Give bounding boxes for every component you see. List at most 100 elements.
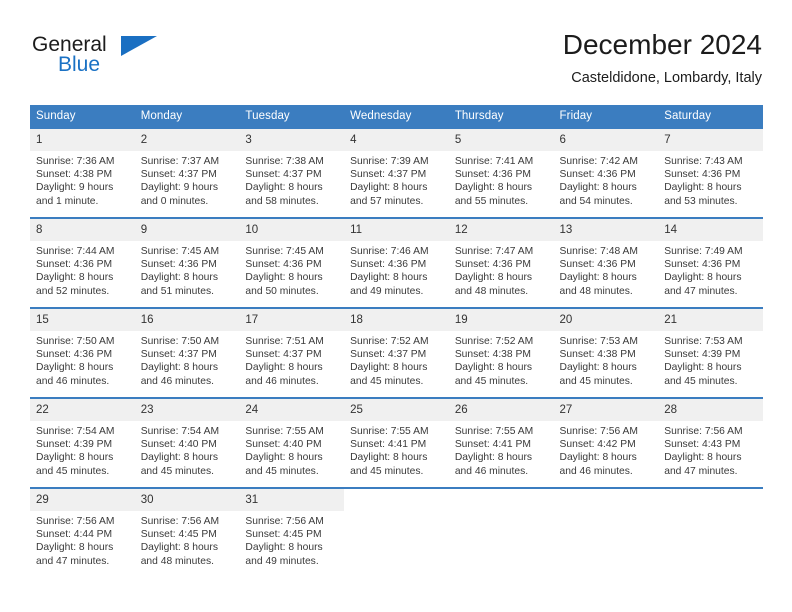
calendar-day-cell[interactable]: 14 Sunrise: 7:49 AM Sunset: 4:36 PM Dayligh… (658, 217, 763, 308)
sunset-text: Sunset: 4:37 PM (245, 349, 322, 361)
sunrise-text: Sunrise: 7:52 AM (454, 336, 534, 347)
sunset-text: Sunset: 4:45 PM (245, 529, 322, 541)
daylight-text-line2: and 48 minutes. (454, 285, 529, 297)
sunset-text: Sunset: 4:36 PM (454, 169, 531, 181)
day-number: 17 (239, 309, 345, 331)
day-details: Sunrise: 7:55 AM Sunset: 4:40 PM Daylight:… (239, 421, 344, 478)
daylight-text-line2: and 58 minutes. (245, 195, 319, 207)
sunset-text: Sunset: 4:36 PM (36, 349, 113, 361)
weekday-header-row: Sunday Monday Tuesday Wednesday Thursday… (30, 105, 763, 128)
sunrise-text: Sunrise: 7:44 AM (36, 246, 115, 257)
sunrise-text: Sunrise: 7:56 AM (664, 426, 743, 437)
triangle-logo-icon (121, 36, 157, 56)
calendar-day-cell[interactable]: 15 Sunrise: 7:50 AM Sunset: 4:36 PM Dayligh… (30, 307, 135, 398)
day-number: 20 (553, 309, 659, 331)
calendar-day-cell[interactable]: 29 Sunrise: 7:56 AM Sunset: 4:44 PM Dayligh… (30, 487, 135, 577)
general-blue-logo[interactable]: General Blue (30, 33, 260, 89)
sunrise-text: Sunrise: 7:49 AM (664, 246, 743, 257)
sunrise-text: Sunrise: 7:55 AM (245, 426, 324, 437)
daylight-text-line1: Daylight: 8 hours (559, 362, 637, 374)
calendar-day-cell[interactable]: 28 Sunrise: 7:56 AM Sunset: 4:43 PM Dayligh… (658, 397, 763, 488)
calendar-day-cell[interactable]: 8 Sunrise: 7:44 AM Sunset: 4:36 PM Daylight… (30, 217, 135, 308)
daylight-text-line2: and 45 minutes. (454, 375, 529, 387)
weekday-header-sunday: Sunday (30, 105, 135, 128)
sunrise-text: Sunrise: 7:56 AM (245, 516, 324, 527)
calendar-day-cell[interactable]: 7 Sunrise: 7:43 AM Sunset: 4:36 PM Daylight… (658, 127, 763, 218)
calendar-day-cell[interactable]: 30 Sunrise: 7:56 AM Sunset: 4:45 PM Dayligh… (134, 487, 240, 577)
sunset-text: Sunset: 4:36 PM (36, 259, 113, 271)
sunset-text: Sunset: 4:41 PM (350, 439, 427, 451)
calendar-day-cell[interactable]: 17 Sunrise: 7:51 AM Sunset: 4:37 PM Dayligh… (239, 307, 345, 398)
daylight-text-line2: and 46 minutes. (36, 375, 110, 387)
day-details: Sunrise: 7:48 AM Sunset: 4:36 PM Daylight:… (554, 241, 659, 298)
sunset-text: Sunset: 4:41 PM (454, 439, 531, 451)
daylight-text-line1: Daylight: 8 hours (245, 272, 323, 284)
calendar-day-cell-empty (658, 487, 763, 577)
day-details: Sunrise: 7:45 AM Sunset: 4:36 PM Daylight:… (135, 241, 240, 298)
calendar-body: 1 Sunrise: 7:36 AM Sunset: 4:38 PM Daylight… (30, 127, 763, 577)
sunrise-text: Sunrise: 7:45 AM (140, 246, 220, 257)
calendar-day-cell[interactable]: 4 Sunrise: 7:39 AM Sunset: 4:37 PM Daylight… (344, 127, 449, 218)
calendar-day-cell[interactable]: 31 Sunrise: 7:56 AM Sunset: 4:45 PM Dayligh… (239, 487, 345, 577)
daylight-text-line2: and 0 minutes. (140, 195, 209, 207)
daylight-text-line2: and 45 minutes. (559, 375, 633, 387)
sunrise-text: Sunrise: 7:47 AM (454, 246, 534, 257)
daylight-text-line1: Daylight: 8 hours (245, 452, 323, 464)
sunset-text: Sunset: 4:36 PM (245, 259, 322, 271)
day-details: Sunrise: 7:37 AM Sunset: 4:37 PM Daylight:… (135, 151, 240, 208)
daylight-text-line1: Daylight: 8 hours (350, 272, 428, 284)
calendar-day-cell[interactable]: 3 Sunrise: 7:38 AM Sunset: 4:37 PM Daylight… (239, 127, 345, 218)
day-number: 6 (553, 129, 659, 151)
calendar-day-cell[interactable]: 10 Sunrise: 7:45 AM Sunset: 4:36 PM Dayligh… (239, 217, 345, 308)
sunrise-text: Sunrise: 7:54 AM (36, 426, 115, 437)
sunset-text: Sunset: 4:37 PM (245, 169, 322, 181)
daylight-text-line2: and 45 minutes. (664, 375, 738, 387)
calendar-day-cell[interactable]: 19 Sunrise: 7:52 AM Sunset: 4:38 PM Dayligh… (448, 307, 554, 398)
calendar-day-cell[interactable]: 22 Sunrise: 7:54 AM Sunset: 4:39 PM Dayligh… (30, 397, 135, 488)
calendar-day-cell[interactable]: 1 Sunrise: 7:36 AM Sunset: 4:38 PM Daylight… (30, 127, 135, 218)
daylight-text-line1: Daylight: 8 hours (245, 362, 323, 374)
sunrise-text: Sunrise: 7:55 AM (350, 426, 429, 437)
daylight-text-line2: and 47 minutes. (664, 285, 738, 297)
calendar-day-cell[interactable]: 6 Sunrise: 7:42 AM Sunset: 4:36 PM Daylight… (553, 127, 659, 218)
calendar-day-cell[interactable]: 9 Sunrise: 7:45 AM Sunset: 4:36 PM Daylight… (134, 217, 240, 308)
sunrise-text: Sunrise: 7:43 AM (664, 156, 743, 167)
calendar-day-cell[interactable]: 5 Sunrise: 7:41 AM Sunset: 4:36 PM Daylight… (448, 127, 554, 218)
calendar-day-cell[interactable]: 11 Sunrise: 7:46 AM Sunset: 4:36 PM Dayligh… (344, 217, 449, 308)
sunrise-text: Sunrise: 7:38 AM (245, 156, 324, 167)
sunset-text: Sunset: 4:39 PM (36, 439, 113, 451)
calendar-day-cell[interactable]: 27 Sunrise: 7:56 AM Sunset: 4:42 PM Dayligh… (553, 397, 659, 488)
calendar-day-cell[interactable]: 23 Sunrise: 7:54 AM Sunset: 4:40 PM Dayligh… (134, 397, 240, 488)
calendar-day-cell[interactable]: 18 Sunrise: 7:52 AM Sunset: 4:37 PM Dayligh… (344, 307, 449, 398)
sunrise-text: Sunrise: 7:56 AM (559, 426, 638, 437)
calendar-day-cell[interactable]: 13 Sunrise: 7:48 AM Sunset: 4:36 PM Dayligh… (553, 217, 659, 308)
daylight-text-line1: Daylight: 8 hours (36, 542, 114, 554)
day-number: 11 (344, 219, 449, 241)
calendar-week-row: 1 Sunrise: 7:36 AM Sunset: 4:38 PM Daylight… (30, 127, 763, 218)
daylight-text-line2: and 46 minutes. (559, 465, 633, 477)
sunrise-text: Sunrise: 7:50 AM (140, 336, 220, 347)
calendar-day-cell[interactable]: 16 Sunrise: 7:50 AM Sunset: 4:37 PM Dayligh… (134, 307, 240, 398)
calendar-day-cell[interactable]: 24 Sunrise: 7:55 AM Sunset: 4:40 PM Dayligh… (239, 397, 345, 488)
calendar-day-cell[interactable]: 26 Sunrise: 7:55 AM Sunset: 4:41 PM Dayligh… (448, 397, 554, 488)
day-details: Sunrise: 7:54 AM Sunset: 4:39 PM Daylight:… (30, 421, 135, 478)
daylight-text-line2: and 53 minutes. (664, 195, 738, 207)
daylight-text-line1: Daylight: 8 hours (36, 272, 114, 284)
calendar-day-cell[interactable]: 25 Sunrise: 7:55 AM Sunset: 4:41 PM Dayligh… (344, 397, 449, 488)
daylight-text-line2: and 47 minutes. (36, 555, 110, 567)
daylight-text-line1: Daylight: 8 hours (245, 182, 323, 194)
sunset-text: Sunset: 4:40 PM (140, 439, 217, 451)
calendar-week-row: 22 Sunrise: 7:54 AM Sunset: 4:39 PM Dayligh… (30, 397, 763, 488)
daylight-text-line2: and 45 minutes. (36, 465, 110, 477)
calendar-day-cell[interactable]: 2 Sunrise: 7:37 AM Sunset: 4:37 PM Daylight… (134, 127, 240, 218)
calendar-day-cell[interactable]: 12 Sunrise: 7:47 AM Sunset: 4:36 PM Dayligh… (448, 217, 554, 308)
sunset-text: Sunset: 4:37 PM (140, 169, 217, 181)
logo-word-blue: Blue (58, 53, 101, 76)
daylight-text-line1: Daylight: 8 hours (664, 272, 742, 284)
calendar-day-cell[interactable]: 21 Sunrise: 7:53 AM Sunset: 4:39 PM Dayligh… (658, 307, 763, 398)
day-details: Sunrise: 7:52 AM Sunset: 4:38 PM Daylight:… (449, 331, 554, 388)
calendar-day-cell[interactable]: 20 Sunrise: 7:53 AM Sunset: 4:38 PM Dayligh… (553, 307, 659, 398)
sunset-text: Sunset: 4:38 PM (36, 169, 113, 181)
daylight-text-line2: and 50 minutes. (245, 285, 319, 297)
day-details: Sunrise: 7:50 AM Sunset: 4:36 PM Daylight:… (30, 331, 135, 388)
